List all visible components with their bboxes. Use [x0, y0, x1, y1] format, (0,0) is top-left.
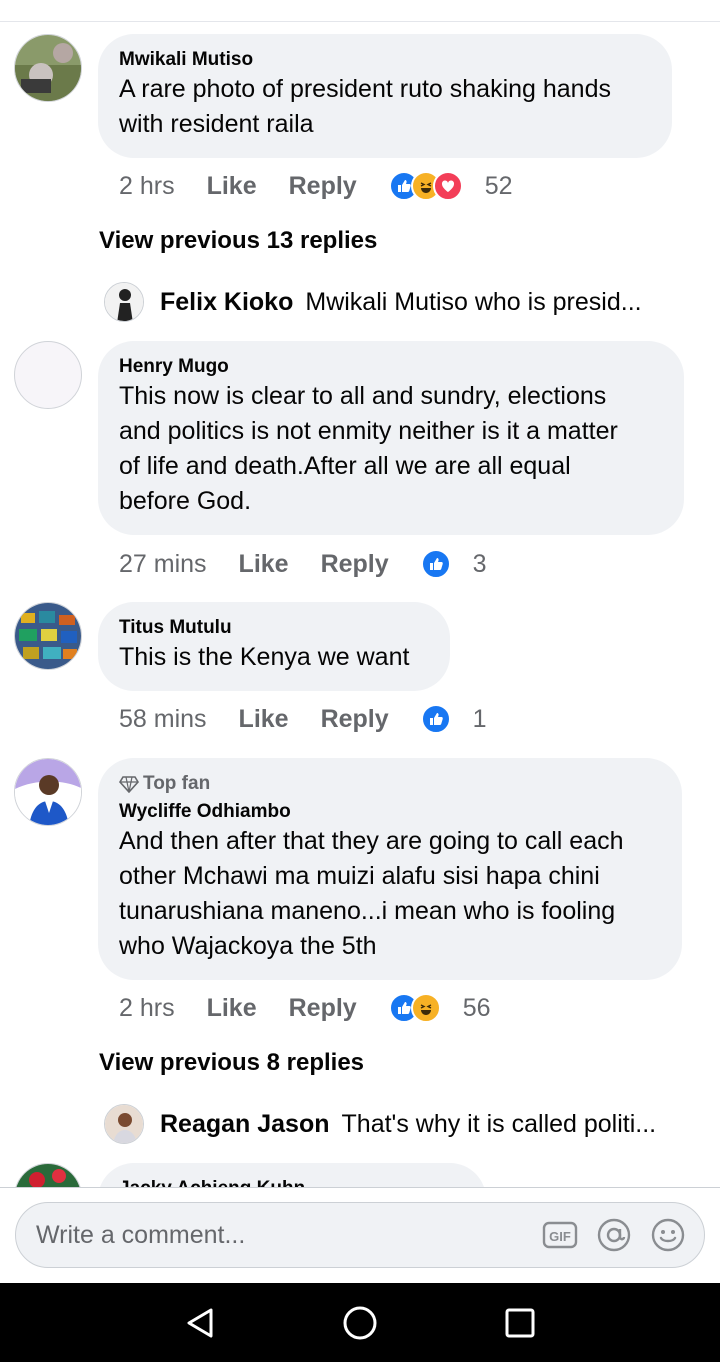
comment-time: 2 hrs: [119, 171, 175, 200]
comment-author[interactable]: Mwikali Mutiso: [119, 48, 650, 72]
avatar[interactable]: [14, 602, 82, 670]
avatar[interactable]: [14, 758, 82, 826]
back-icon[interactable]: [175, 1298, 225, 1348]
comment-bubble[interactable]: Mwikali Mutiso A rare photo of president…: [98, 34, 672, 158]
comment-text-line: of life and death.After all we are all e…: [119, 452, 571, 480]
like-button[interactable]: Like: [207, 172, 257, 201]
comment-text-line: with resident raila: [119, 110, 314, 138]
reaction-icons[interactable]: [420, 704, 451, 734]
avatar[interactable]: [14, 34, 82, 102]
comment-text-line: This now is clear to all and sundry, ele…: [119, 382, 607, 410]
reply-button[interactable]: Reply: [289, 172, 357, 201]
love-reaction-icon: [432, 171, 463, 201]
comment-bubble[interactable]: Jacky Achieng Kuhn: [98, 1163, 486, 1187]
avatar[interactable]: [14, 341, 82, 409]
diamond-icon: [119, 776, 139, 793]
comment-meta: 27 mins Like Reply 3: [119, 548, 487, 580]
top-fan-label: Top fan: [143, 773, 211, 794]
avatar: [104, 1104, 144, 1144]
comment-author[interactable]: Titus Mutulu: [119, 616, 428, 640]
comment-meta: 58 mins Like Reply 1: [119, 703, 487, 735]
mention-icon[interactable]: [596, 1217, 632, 1253]
like-button[interactable]: Like: [239, 550, 289, 579]
comment-meta: 2 hrs Like Reply 52: [119, 170, 513, 202]
reply-author[interactable]: Reagan Jason: [160, 1110, 330, 1139]
reaction-count[interactable]: 52: [485, 172, 513, 201]
comment-text-line: before God.: [119, 487, 252, 515]
comment-meta: 2 hrs Like Reply 56: [119, 992, 491, 1024]
reply-button[interactable]: Reply: [321, 705, 389, 734]
composer-tools: GIF: [542, 1217, 686, 1253]
comment-text-line: who Wajackoya the 5th: [119, 932, 377, 960]
comment-input[interactable]: Write a comment...: [36, 1221, 542, 1250]
emoji-icon[interactable]: [650, 1217, 686, 1253]
reaction-icons[interactable]: [420, 549, 451, 579]
comment-bubble[interactable]: Titus Mutulu This is the Kenya we want: [98, 602, 450, 691]
reply-text: That's why it is called politi...: [341, 1109, 657, 1138]
comment-time: 27 mins: [119, 549, 207, 578]
avatar[interactable]: [14, 1163, 82, 1187]
haha-reaction-icon: [410, 993, 441, 1023]
like-reaction-icon: [420, 704, 451, 734]
comment-time: 2 hrs: [119, 993, 175, 1022]
comment-time: 58 mins: [119, 704, 207, 733]
view-previous-replies[interactable]: View previous 8 replies: [99, 1049, 364, 1077]
like-reaction-icon: [420, 549, 451, 579]
recents-icon[interactable]: [495, 1298, 545, 1348]
reply-button[interactable]: Reply: [289, 994, 357, 1023]
comment-text-line: other Mchawi ma muizi alafu sisi hapa ch…: [119, 862, 600, 890]
comments-feed[interactable]: Mwikali Mutiso A rare photo of president…: [0, 22, 720, 1187]
comment-author[interactable]: Wycliffe Odhiambo: [119, 800, 660, 824]
like-button[interactable]: Like: [239, 705, 289, 734]
comment-bubble[interactable]: Top fan Wycliffe Odhiambo And then after…: [98, 758, 682, 980]
reply-button[interactable]: Reply: [321, 550, 389, 579]
reaction-icons[interactable]: [388, 171, 463, 201]
reaction-icons[interactable]: [388, 993, 441, 1023]
home-icon[interactable]: [335, 1298, 385, 1348]
reaction-count[interactable]: 1: [473, 705, 487, 734]
comment-text-line: and politics is not enmity neither is it…: [119, 417, 618, 445]
comment-text-line: And then after that they are going to ca…: [119, 827, 624, 855]
comment-text-line: A rare photo of president ruto shaking h…: [119, 75, 611, 103]
reply-preview[interactable]: Reagan Jason That's why it is called pol…: [104, 1104, 656, 1144]
comment-composer[interactable]: Write a comment... GIF: [15, 1202, 705, 1268]
avatar: [104, 282, 144, 322]
gif-icon[interactable]: GIF: [542, 1217, 578, 1253]
svg-text:GIF: GIF: [549, 1229, 571, 1244]
system-navigation-bar: [0, 1283, 720, 1362]
comment-text-line: This is the Kenya we want: [119, 643, 410, 671]
reaction-count[interactable]: 56: [463, 994, 491, 1023]
top-fan-badge: Top fan: [119, 772, 660, 796]
reaction-count[interactable]: 3: [473, 550, 487, 579]
like-button[interactable]: Like: [207, 994, 257, 1023]
view-previous-replies[interactable]: View previous 13 replies: [99, 227, 377, 255]
composer-divider: [0, 1187, 720, 1188]
comment-text-line: tunarushiana maneno...i mean who is fool…: [119, 897, 616, 925]
comment-author[interactable]: Jacky Achieng Kuhn: [119, 1177, 464, 1187]
comment-bubble[interactable]: Henry Mugo This now is clear to all and …: [98, 341, 684, 535]
comment-author[interactable]: Henry Mugo: [119, 355, 662, 379]
reply-text: Mwikali Mutiso who is presid...: [305, 287, 642, 316]
reply-author[interactable]: Felix Kioko: [160, 288, 293, 317]
reply-preview[interactable]: Felix Kioko Mwikali Mutiso who is presid…: [104, 282, 642, 322]
